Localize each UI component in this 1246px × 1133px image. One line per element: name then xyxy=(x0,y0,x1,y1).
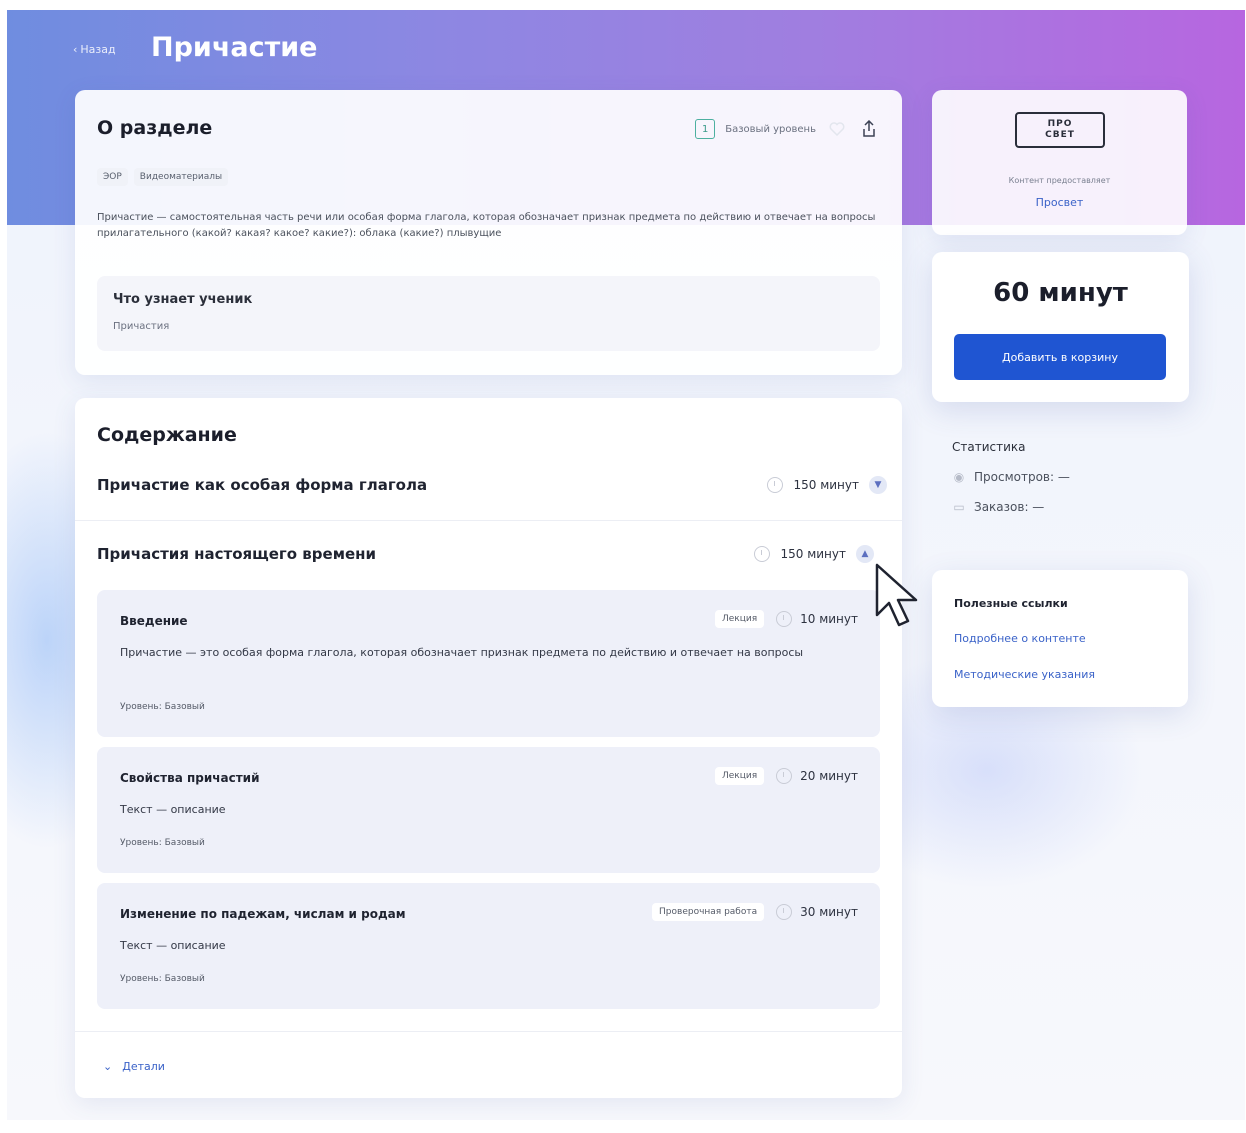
about-title: О разделе xyxy=(97,117,213,139)
lesson-duration: 20 минут xyxy=(776,768,858,784)
price-value: 60 минут xyxy=(993,278,1128,308)
stats-panel: Статистика ◉ Просмотров: — ▭ Заказов: — xyxy=(952,440,1070,514)
lesson-duration: 10 минут xyxy=(776,611,858,627)
lesson-meta: Лекция 20 минут xyxy=(714,767,858,785)
stat-orders: ▭ Заказов: — xyxy=(952,500,1070,514)
details-label: Детали xyxy=(122,1060,165,1073)
lesson-duration-text: 20 минут xyxy=(800,769,858,783)
link-guidelines[interactable]: Методические указания xyxy=(954,668,1095,681)
lesson-description: Причастие — это особая форма глагола, ко… xyxy=(120,646,804,659)
section-meta: 150 минут ▲ xyxy=(754,545,874,563)
learn-item: Причастия xyxy=(113,321,170,332)
lesson-name: Изменение по падежам, числам и родам xyxy=(120,907,406,921)
learn-title: Что узнает ученик xyxy=(113,292,253,307)
provider-caption: Контент предоставляет xyxy=(1008,176,1111,185)
logo-line: ПРО xyxy=(1047,119,1073,129)
share-icon[interactable] xyxy=(858,118,880,140)
about-description: Причастие — самостоятельная часть речи и… xyxy=(97,212,876,239)
learn-box: Что узнает ученик Причастия xyxy=(97,276,880,351)
add-to-cart-button[interactable]: Добавить в корзину xyxy=(954,334,1166,380)
cursor-icon xyxy=(875,563,918,627)
divider xyxy=(75,1031,902,1032)
chevron-up-icon[interactable]: ▲ xyxy=(856,545,874,563)
lesson-name: Введение xyxy=(120,614,188,628)
about-actions: 1 Базовый уровень xyxy=(695,118,880,140)
provider-logo: ПРО СВЕТ xyxy=(1015,112,1105,148)
logo-line: СВЕТ xyxy=(1045,130,1075,140)
clock-icon xyxy=(776,611,793,627)
clock-icon xyxy=(776,768,793,784)
lesson-level: Уровень: Базовый xyxy=(120,974,205,984)
stat-views: ◉ Просмотров: — xyxy=(952,470,1070,484)
tag: ЭОР xyxy=(97,168,128,186)
lesson-type-badge: Лекция xyxy=(714,767,765,785)
level-label: Базовый уровень xyxy=(725,123,816,135)
lesson-name: Свойства причастий xyxy=(120,771,260,785)
chevron-down-icon: ⌄ xyxy=(103,1060,113,1073)
lesson-card[interactable]: Свойства причастий Лекция 20 минут Текст… xyxy=(97,747,880,873)
stats-title: Статистика xyxy=(952,440,1026,454)
lesson-card[interactable]: Изменение по падежам, числам и родам Про… xyxy=(97,883,880,1009)
chevron-down-icon[interactable]: ▼ xyxy=(869,476,887,494)
section-name: Причастия настоящего времени xyxy=(97,545,377,563)
section-name: Причастие как особая форма глагола xyxy=(97,476,428,494)
lesson-meta: Проверочная работа 30 минут xyxy=(652,903,858,921)
lesson-duration: 30 минут xyxy=(776,904,858,920)
section-duration: 150 минут xyxy=(793,478,859,492)
section-meta: 150 минут ▼ xyxy=(767,476,887,494)
divider xyxy=(75,520,902,521)
heart-icon[interactable] xyxy=(826,118,848,140)
lesson-level: Уровень: Базовый xyxy=(120,702,205,712)
content-title: Содержание xyxy=(97,424,237,446)
lesson-duration-text: 10 минут xyxy=(800,612,858,626)
provider-link[interactable]: Просвет xyxy=(932,196,1187,209)
clock-icon xyxy=(754,546,771,562)
eye-icon: ◉ xyxy=(953,470,965,484)
page-frame: ‹ Назад Причастие О разделе 1 Базовый ур… xyxy=(7,10,1245,1120)
section-row[interactable]: Причастия настоящего времени 150 минут ▲ xyxy=(97,541,874,567)
links-title: Полезные ссылки xyxy=(954,597,1068,610)
cart-icon: ▭ xyxy=(953,500,965,514)
lesson-type-badge: Лекция xyxy=(714,610,765,628)
tag: Видеоматериалы xyxy=(133,168,229,186)
clock-icon xyxy=(767,477,784,493)
lesson-type-badge: Проверочная работа xyxy=(652,903,765,921)
back-label: Назад xyxy=(80,43,116,56)
page-title: Причастие xyxy=(151,32,318,63)
details-toggle[interactable]: ⌄ Детали xyxy=(103,1060,165,1073)
section-row[interactable]: Причастие как особая форма глагола 150 м… xyxy=(97,472,887,498)
section-duration: 150 минут xyxy=(780,547,846,561)
about-card: О разделе 1 Базовый уровень ЭОР Видеомат… xyxy=(75,90,902,375)
lesson-meta: Лекция 10 минут xyxy=(714,610,858,628)
clock-icon xyxy=(776,904,793,920)
level-badge: 1 xyxy=(695,119,716,139)
stat-views-text: Просмотров: — xyxy=(974,470,1070,484)
lesson-duration-text: 30 минут xyxy=(800,905,858,919)
lesson-description: Текст — описание xyxy=(120,803,226,816)
lesson-card[interactable]: Введение Лекция 10 минут Причастие — это… xyxy=(97,590,880,737)
chevron-left-icon: ‹ xyxy=(73,43,78,56)
provider-card: ПРО СВЕТ Контент предоставляет Просвет xyxy=(932,90,1187,235)
tag-list: ЭОР Видеоматериалы xyxy=(97,168,229,186)
back-link[interactable]: ‹ Назад xyxy=(73,43,116,56)
lesson-level: Уровень: Базовый xyxy=(120,838,205,848)
links-card: Полезные ссылки Подробнее о контенте Мет… xyxy=(932,570,1188,707)
price-card: 60 минут Добавить в корзину xyxy=(932,252,1189,402)
lesson-description: Текст — описание xyxy=(120,939,226,952)
link-content-details[interactable]: Подробнее о контенте xyxy=(954,632,1086,645)
content-card: Содержание Причастие как особая форма гл… xyxy=(75,398,902,1098)
stat-orders-text: Заказов: — xyxy=(974,500,1045,514)
